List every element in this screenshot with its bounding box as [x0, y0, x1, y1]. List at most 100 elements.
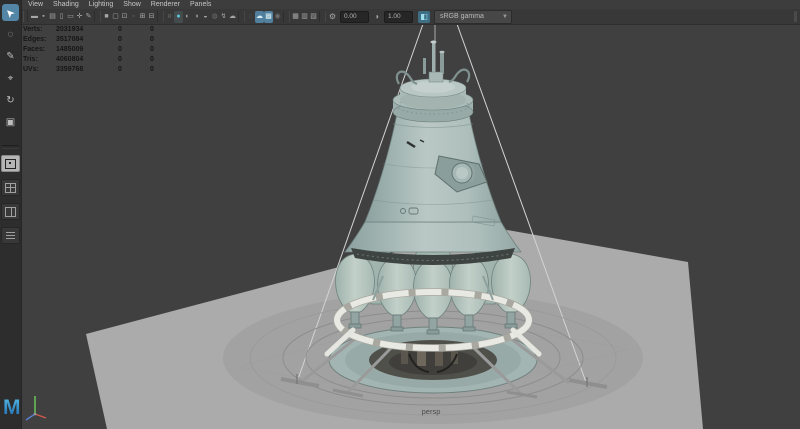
- poly-count-hud: Verts:203193400 Edges:351708400 Faces:14…: [23, 25, 170, 75]
- menu-renderer[interactable]: Renderer: [151, 0, 180, 9]
- lasso-select-tool-icon: ◌: [8, 30, 14, 40]
- tank-nozzle: [465, 315, 473, 327]
- resolution-gate-icon[interactable]: ▧: [309, 11, 318, 23]
- hud-row-tris: Tris:406080400: [23, 55, 170, 65]
- anti-aliasing-icon[interactable]: ▩: [264, 11, 273, 23]
- textured-mode-icon[interactable]: ⊟: [147, 11, 156, 23]
- paint-select-tool-button[interactable]: ✎: [2, 48, 19, 65]
- viewport-canvas[interactable]: [21, 24, 800, 429]
- exposure-gear-icon[interactable]: ⚙: [327, 11, 338, 23]
- toolbar-endcap: [794, 11, 797, 22]
- screen-space-ao-icon[interactable]: ☁: [255, 11, 264, 23]
- chevron-down-icon: ▼: [502, 11, 511, 23]
- menu-show[interactable]: Show: [123, 0, 141, 9]
- view-transform-toggle[interactable]: ◧: [418, 11, 430, 23]
- scale-tool-icon: ▣: [6, 118, 15, 128]
- antenna-mast: [423, 41, 445, 83]
- tank-nozzle-lip: [463, 327, 475, 331]
- tank-nozzle-lip: [349, 324, 361, 328]
- toolbar-divider: [94, 11, 101, 22]
- hud-col2: 0: [150, 65, 170, 75]
- hud-col1: 0: [118, 35, 150, 45]
- outliner-layout-button[interactable]: [1, 227, 20, 244]
- tank-nozzle-lip: [391, 327, 403, 331]
- toolbar-grip: [23, 11, 28, 22]
- smooth-shade-active-icon[interactable]: ●: [174, 11, 183, 23]
- flat-shade-all-icon[interactable]: ⊡: [120, 11, 129, 23]
- menu-shading[interactable]: Shading: [53, 0, 79, 9]
- split-pane-icon: [5, 207, 16, 217]
- menu-panels[interactable]: Panels: [190, 0, 211, 9]
- single-pane-icon: [5, 159, 16, 169]
- use-default-material-icon[interactable]: ⊞: [138, 11, 147, 23]
- fuel-tank: [450, 257, 489, 315]
- film-gate-icon[interactable]: ▥: [300, 11, 309, 23]
- split-pane-layout-button[interactable]: [1, 203, 20, 220]
- exposure-field[interactable]: 0.00: [340, 11, 369, 23]
- lock-camera-icon[interactable]: ▪: [39, 11, 48, 23]
- hud-col1: 0: [118, 55, 150, 65]
- two-sided-lighting-icon[interactable]: ↯: [219, 11, 228, 23]
- hud-value: 3517084: [56, 35, 118, 45]
- hud-label: Verts:: [23, 25, 56, 35]
- rotate-tool-icon: ↻: [6, 96, 14, 106]
- bounding-box-icon[interactable]: ▫: [129, 11, 138, 23]
- single-pane-layout-button[interactable]: [1, 155, 20, 172]
- tool-box-tools: ➤ ◌ ✎ ⌖ ↻ ▣: [0, 4, 21, 131]
- four-pane-layout-button[interactable]: [1, 179, 20, 196]
- lasso-select-tool-button[interactable]: ◌: [2, 26, 19, 43]
- rotate-tool-button[interactable]: ↻: [2, 92, 19, 109]
- tool-box-separator: [2, 145, 19, 149]
- hud-label: Edges:: [23, 35, 56, 45]
- smooth-shade-all-icon[interactable]: ▢: [111, 11, 120, 23]
- toolbar-icons: ▬▪▤▯▭✛✎■▢⊡▫⊞⊟○●◐◑◒◍↯☁◌☁▩◉▦▥▧: [30, 11, 327, 23]
- move-tool-icon: ⌖: [8, 74, 14, 84]
- viewport-panel[interactable]: Verts:203193400 Edges:351708400 Faces:14…: [21, 24, 800, 429]
- hud-col2: 0: [150, 35, 170, 45]
- tank-nozzle: [507, 312, 515, 324]
- isolate-select-icon[interactable]: ◌: [246, 11, 255, 23]
- hud-value: 3359768: [56, 65, 118, 75]
- depth-of-field-icon[interactable]: ◉: [273, 11, 282, 23]
- menu-lighting[interactable]: Lighting: [89, 0, 114, 9]
- camera-name-label: persp: [396, 407, 466, 416]
- 2d-pan-zoom-icon[interactable]: ✛: [75, 11, 84, 23]
- use-all-lights-icon[interactable]: ◑: [192, 11, 201, 23]
- hud-row-verts: Verts:203193400: [23, 25, 170, 35]
- hud-row-uvs: UVs:335976800: [23, 65, 170, 75]
- occlusion-icon[interactable]: ◍: [210, 11, 219, 23]
- textured-icon[interactable]: ◐: [183, 11, 192, 23]
- snapshot-icon[interactable]: ▦: [291, 11, 300, 23]
- toolbar-divider: [319, 11, 326, 22]
- view-transform-dropdown[interactable]: sRGB gamma ▼: [434, 10, 512, 24]
- hud-col1: 0: [118, 25, 150, 35]
- paint-select-tool-icon: ✎: [6, 52, 14, 62]
- hud-row-faces: Faces:148500900: [23, 45, 170, 55]
- hud-row-edges: Edges:351708400: [23, 35, 170, 45]
- contrast-icon[interactable]: ◑: [371, 11, 382, 23]
- wireframe-icon[interactable]: ■: [102, 11, 111, 23]
- list-pane-icon: [6, 232, 15, 240]
- grease-pencil-icon[interactable]: ✎: [84, 11, 93, 23]
- select-tool-button[interactable]: ➤: [2, 4, 19, 21]
- tank-nozzle: [351, 312, 359, 324]
- bookmarks-icon[interactable]: ▯: [57, 11, 66, 23]
- select-camera-icon[interactable]: ▬: [30, 11, 39, 23]
- view-transform-value: sRGB gamma: [435, 11, 502, 23]
- maya-logo: M: [3, 396, 21, 420]
- scale-tool-button[interactable]: ▣: [2, 114, 19, 131]
- hud-col1: 0: [118, 65, 150, 75]
- hud-value: 1485009: [56, 45, 118, 55]
- toolbar-divider: [157, 11, 164, 22]
- camera-attributes-icon[interactable]: ▤: [48, 11, 57, 23]
- move-tool-button[interactable]: ⌖: [2, 70, 19, 87]
- view-axis-gizmo: [26, 396, 46, 420]
- contrast-field[interactable]: 1.00: [384, 11, 413, 23]
- toolbar-divider: [238, 11, 245, 22]
- image-plane-icon[interactable]: ▭: [66, 11, 75, 23]
- menu-view[interactable]: View: [28, 0, 43, 9]
- shadows-icon[interactable]: ◒: [201, 11, 210, 23]
- hud-col1: 0: [118, 45, 150, 55]
- wireframe-on-shaded-icon[interactable]: ○: [165, 11, 174, 23]
- paint-effects-icon[interactable]: ☁: [228, 11, 237, 23]
